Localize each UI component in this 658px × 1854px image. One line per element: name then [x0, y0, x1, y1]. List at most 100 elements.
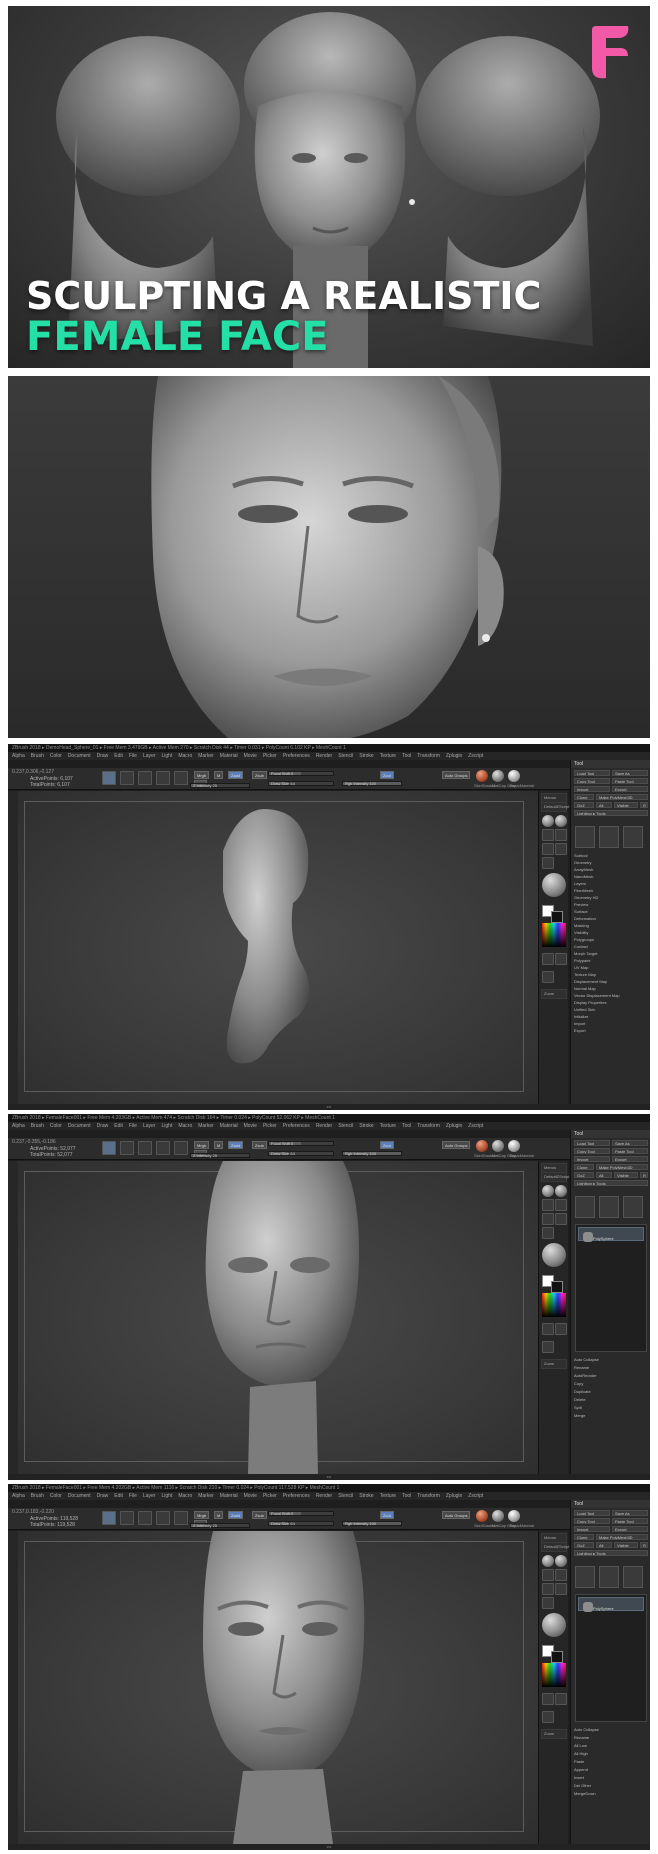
move-brush-icon[interactable]: [542, 1569, 554, 1581]
menu-stencil[interactable]: Stencil: [338, 753, 353, 759]
palette-item[interactable]: Preview: [574, 901, 648, 908]
current-tool-thumbnail[interactable]: [575, 1196, 595, 1218]
secondary-color-swatch[interactable]: [551, 1281, 563, 1293]
clone-button[interactable]: Clone: [574, 1534, 594, 1540]
load-tool-button[interactable]: Load Tool: [574, 770, 610, 776]
stroke-icon[interactable]: [542, 1213, 554, 1225]
z-intensity-slider[interactable]: Z Intensity 25: [190, 1523, 250, 1528]
menu-transform[interactable]: Transform: [417, 1123, 440, 1129]
menu-draw[interactable]: Draw: [97, 1123, 109, 1129]
alpha-icon[interactable]: [555, 1213, 567, 1225]
subtool-action[interactable]: Rename: [574, 1734, 648, 1742]
subtool-action[interactable]: Del Other: [574, 1782, 648, 1790]
simple-brush-thumbnail[interactable]: [599, 1196, 619, 1218]
material-sphere-icon[interactable]: [542, 1243, 566, 1267]
material-sphere-icon[interactable]: [542, 1613, 566, 1637]
subtool-action[interactable]: All High: [574, 1750, 648, 1758]
clay-brush-icon[interactable]: [555, 815, 567, 827]
save-as-button[interactable]: Save As: [612, 770, 648, 776]
menu-movie[interactable]: Movie: [244, 753, 257, 759]
palette-item[interactable]: Geometry HD: [574, 894, 648, 901]
rgb-intensity-slider[interactable]: Rgb Intensity 100: [342, 1151, 402, 1156]
zcut-button[interactable]: Zcut: [380, 1141, 394, 1149]
texture-icon[interactable]: [542, 1227, 554, 1239]
load-tool-button[interactable]: Load Tool: [574, 1140, 610, 1146]
menu-transform[interactable]: Transform: [417, 753, 440, 759]
polymesh-thumbnail[interactable]: [623, 826, 643, 848]
menu-light[interactable]: Light: [161, 753, 172, 759]
color-picker[interactable]: [542, 1663, 566, 1687]
basic-material-ball[interactable]: [508, 770, 520, 782]
menu-layer[interactable]: Layer: [143, 1493, 156, 1499]
zsub-button[interactable]: Zsub: [252, 1511, 267, 1519]
palette-item[interactable]: Polypaint: [574, 957, 648, 964]
menu-movie[interactable]: Movie: [244, 1493, 257, 1499]
goz-all-button[interactable]: All: [596, 1542, 612, 1548]
zadd-button[interactable]: Zadd: [228, 1511, 244, 1519]
menu-document[interactable]: Document: [68, 1493, 91, 1499]
menu-zplugin[interactable]: Zplugin: [446, 1123, 462, 1129]
goz-r-button[interactable]: R: [640, 802, 648, 808]
make-polymesh-button[interactable]: Make PolyMesh3D: [596, 794, 648, 800]
export-button[interactable]: Export: [612, 786, 648, 792]
palette-item[interactable]: Export: [574, 1027, 648, 1034]
simple-brush-thumbnail[interactable]: [599, 826, 619, 848]
palette-item[interactable]: Import: [574, 1020, 648, 1027]
draw-size-slider[interactable]: Draw Size 64: [268, 1521, 334, 1526]
dot-icon[interactable]: [542, 1711, 554, 1723]
menu-picker[interactable]: Picker: [263, 1123, 277, 1129]
clay-brush-icon[interactable]: [555, 1555, 567, 1567]
tray-handle-icon[interactable]: ◂ ▸: [326, 1474, 331, 1480]
menu-stencil[interactable]: Stencil: [338, 1123, 353, 1129]
texture-icon[interactable]: [542, 857, 554, 869]
export-button[interactable]: Export: [612, 1526, 648, 1532]
subtool-action[interactable]: All Low: [574, 1742, 648, 1750]
menu-layer[interactable]: Layer: [143, 753, 156, 759]
palette-item[interactable]: Surface: [574, 908, 648, 915]
color-picker[interactable]: [542, 923, 566, 947]
dam-standard-icon[interactable]: [555, 1569, 567, 1581]
menu-edit[interactable]: Edit: [114, 1493, 123, 1499]
zoom-button[interactable]: Zoom: [541, 1729, 567, 1739]
menu-movie[interactable]: Movie: [244, 1123, 257, 1129]
palette-item[interactable]: Unified Skin: [574, 1006, 648, 1013]
subtool-action[interactable]: Rename: [574, 1364, 648, 1372]
current-tool-thumbnail[interactable]: [575, 1566, 595, 1588]
draw-button[interactable]: [120, 1141, 134, 1155]
subtool-item-selected[interactable]: PolySphere: [578, 1597, 644, 1612]
menu-edit[interactable]: Edit: [114, 1123, 123, 1129]
menu-preferences[interactable]: Preferences: [283, 1123, 310, 1129]
menu-transform[interactable]: Transform: [417, 1493, 440, 1499]
zadd-button[interactable]: Zadd: [228, 1141, 244, 1149]
dam-standard-icon[interactable]: [555, 829, 567, 841]
menu-zscript[interactable]: Zscript: [468, 1123, 483, 1129]
palette-item[interactable]: Layers: [574, 880, 648, 887]
menu-picker[interactable]: Picker: [263, 1493, 277, 1499]
save-as-button[interactable]: Save As: [612, 1510, 648, 1516]
subtool-action[interactable]: Merge: [574, 1412, 648, 1420]
palette-item[interactable]: UV Map: [574, 964, 648, 971]
matcap-gray-ball[interactable]: [492, 770, 504, 782]
subtool-item-selected[interactable]: PolySphere: [578, 1227, 644, 1242]
z-intensity-slider[interactable]: Z Intensity 25: [190, 783, 250, 788]
make-polymesh-button[interactable]: Make PolyMesh3D: [596, 1164, 648, 1170]
menu-alpha[interactable]: Alpha: [12, 1493, 25, 1499]
brush-alt-icon[interactable]: [542, 1693, 554, 1705]
curve-icon[interactable]: [555, 953, 567, 965]
scale-button[interactable]: [156, 1141, 170, 1155]
polymesh-thumbnail[interactable]: [623, 1196, 643, 1218]
move-brush-icon[interactable]: [542, 829, 554, 841]
secondary-color-swatch[interactable]: [551, 911, 563, 923]
goz-button[interactable]: GoZ: [574, 1542, 594, 1548]
draw-button[interactable]: [120, 771, 134, 785]
menu-stencil[interactable]: Stencil: [338, 1493, 353, 1499]
subtool-action[interactable]: Paste: [574, 1758, 648, 1766]
move-brush-icon[interactable]: [542, 1199, 554, 1211]
move-button[interactable]: [138, 771, 152, 785]
color-picker[interactable]: [542, 1293, 566, 1317]
focal-shift-slider[interactable]: Focal Shift 0: [268, 1511, 334, 1516]
menu-zscript[interactable]: Zscript: [468, 1493, 483, 1499]
menu-texture[interactable]: Texture: [380, 1493, 396, 1499]
menu-color[interactable]: Color: [50, 1493, 62, 1499]
zsub-button[interactable]: Zsub: [252, 771, 267, 779]
